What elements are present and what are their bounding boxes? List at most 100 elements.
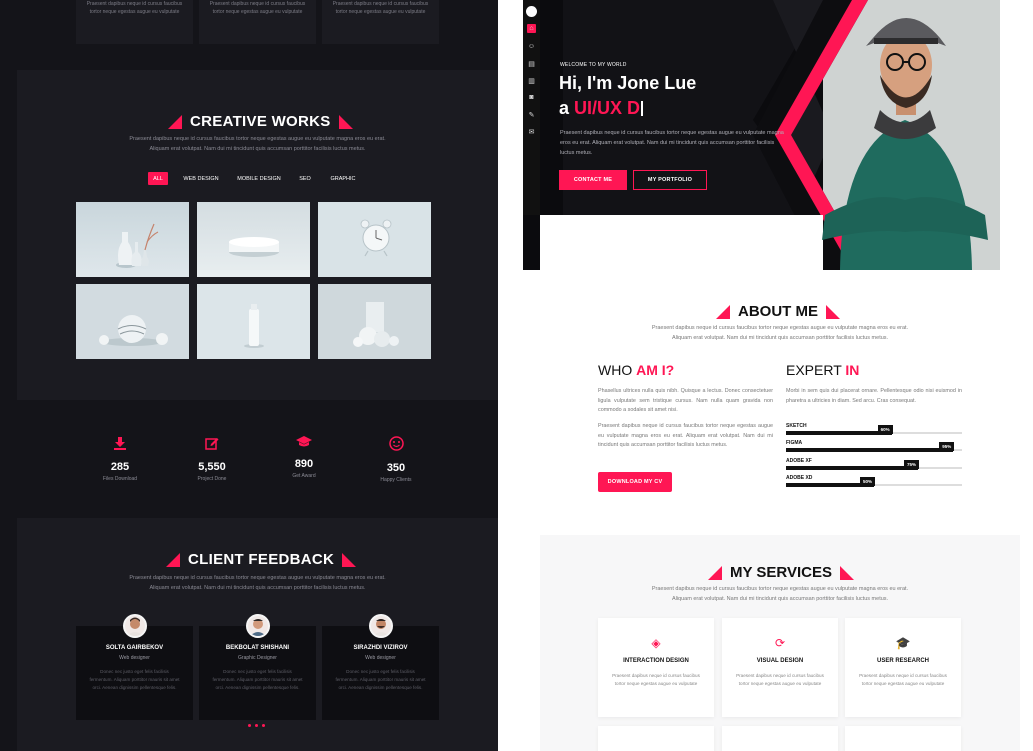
service-card[interactable]: ⟳ VISUAL DESIGN Praesent dapibus neque i…	[722, 618, 838, 717]
camera-icon[interactable]: ◙	[527, 93, 536, 102]
service-card[interactable]: 🎓 USER RESEARCH Praesent dapibus neque i…	[845, 618, 961, 717]
client-name: BEKBOLAT SHISHANI	[225, 645, 290, 651]
expert-accent: IN	[845, 362, 860, 378]
typing-cursor	[641, 101, 643, 116]
skill-name: ADOBE XF	[786, 458, 812, 464]
expert-in-heading: EXPERT IN	[786, 362, 859, 378]
top-card-text: Praesent dapibus neque id cursus faucibu…	[86, 1, 183, 15]
skill-percent: 75%	[904, 460, 920, 469]
skill-fill	[786, 448, 954, 452]
podium-image	[197, 202, 310, 277]
slider-dot[interactable]	[255, 724, 258, 727]
vase-image	[76, 202, 189, 277]
filter-graphic[interactable]: GRAPHIC	[326, 172, 360, 185]
file-icon[interactable]: ▥	[527, 76, 536, 85]
skill-bar: SKETCH 60%	[786, 423, 962, 437]
client-role: Web designer	[119, 655, 150, 661]
my-portfolio-button[interactable]: MY PORTFOLIO	[633, 170, 707, 190]
service-title: VISUAL DESIGN	[756, 658, 804, 664]
avatar-image	[127, 617, 143, 636]
client-feedback-title-text: CLIENT FEEDBACK	[188, 551, 335, 568]
description-line: Praesent dapibus neque id cursus faucibu…	[129, 575, 386, 581]
skill-bar: ADOBE XD 50%	[786, 475, 962, 489]
top-card-text: Praesent dapibus neque id cursus faucibu…	[332, 1, 429, 15]
client-name: SOLTA GAIRBEKOV	[105, 645, 164, 651]
top-card: Praesent dapibus neque id cursus faucibu…	[76, 0, 193, 44]
service-text: Praesent dapibus neque id cursus faucibu…	[859, 673, 947, 686]
skill-name: SKETCH	[786, 423, 807, 429]
slider-dot[interactable]	[248, 724, 251, 727]
slider-dot[interactable]	[262, 724, 265, 727]
refresh-icon: ⟳	[774, 636, 786, 650]
description-line: Aliquam erat volutpat. Nam dui mi tincid…	[149, 146, 366, 152]
title-triangle-right	[338, 114, 353, 129]
home-icon[interactable]: ⌂	[527, 24, 536, 33]
template-preview: Praesent dapibus neque id cursus faucibu…	[0, 0, 1033, 751]
portfolio-item[interactable]	[318, 202, 431, 277]
sphere-image	[76, 284, 189, 359]
skill-fill	[786, 431, 892, 435]
service-card[interactable]: ◈ INTERACTION DESIGN Praesent dapibus ne…	[598, 618, 714, 717]
description-line: Aliquam erat volutpat. Nam dui mi tincid…	[671, 596, 889, 602]
bottle-image	[197, 284, 310, 359]
portfolio-item[interactable]	[76, 284, 189, 359]
graduation-cap-icon	[296, 436, 312, 447]
my-services-title: MY SERVICES	[708, 564, 854, 581]
service-card[interactable]	[845, 726, 961, 751]
graduation-cap-icon: 🎓	[895, 636, 911, 650]
portfolio-item[interactable]	[197, 284, 310, 359]
service-card[interactable]	[722, 726, 838, 751]
skill-name: FIGMA	[786, 440, 803, 446]
who-am-i-heading: WHO AM I?	[598, 362, 674, 378]
skill-percent: 95%	[939, 442, 955, 451]
portfolio-item[interactable]	[76, 202, 189, 277]
title-triangle-right	[342, 552, 357, 567]
who-accent: AM I?	[636, 362, 675, 378]
client-role: Graphic Designer	[238, 655, 277, 661]
testimonial-card: SOLTA GAIRBEKOV Web designer Donec nec j…	[76, 614, 193, 720]
filter-all[interactable]: ALL	[148, 172, 168, 185]
filter-seo[interactable]: SEO	[296, 172, 314, 185]
testimonial-card: BEKBOLAT SHISHANI Graphic Designer Donec…	[199, 614, 316, 720]
title-triangle-left	[708, 565, 722, 580]
title-triangle-left	[166, 552, 180, 567]
user-icon[interactable]: ☺	[527, 42, 536, 51]
dark-theme-page: Praesent dapibus neque id cursus faucibu…	[0, 0, 498, 751]
stat-label: Get Award	[292, 473, 316, 479]
client-feedback-description: Praesent dapibus neque id cursus faucibu…	[80, 573, 435, 593]
rail-logo[interactable]	[526, 6, 537, 17]
client-quote: Donec nec justo eget felis facilisis fer…	[89, 669, 180, 690]
avatar	[123, 614, 147, 638]
skill-percent: 60%	[877, 425, 893, 434]
mail-icon[interactable]: ✉	[527, 127, 536, 136]
stat-label: Files Download	[102, 476, 138, 482]
portfolio-item[interactable]	[197, 202, 310, 277]
description-line: Aliquam erat volutpat. Nam dui mi tincid…	[671, 335, 889, 341]
creative-works-title: CREATIVE WORKS	[168, 113, 353, 130]
portfolio-item[interactable]	[318, 284, 431, 359]
client-feedback-title: CLIENT FEEDBACK	[166, 551, 357, 568]
hero-greeting: Hi, I'm Jone Lue	[559, 73, 697, 93]
stat-value: 285	[110, 461, 130, 473]
skill-bar: FIGMA 95%	[786, 440, 962, 454]
edit-icon[interactable]: ✎	[527, 110, 536, 119]
about-description: Praesent dapibus neque id cursus faucibu…	[600, 323, 960, 343]
hero-kicker: WELCOME TO MY WORLD	[560, 62, 627, 68]
hero-role: a UI/UX D	[559, 98, 643, 119]
who-text-1: Phasellus ultrices nulla quis nibh. Quis…	[598, 388, 773, 413]
creative-works-description: Praesent dapibus neque id cursus faucibu…	[80, 134, 435, 154]
briefcase-icon[interactable]: ▤	[527, 59, 536, 68]
client-role: Web designer	[365, 655, 396, 661]
service-text: Praesent dapibus neque id cursus faucibu…	[612, 673, 700, 686]
skill-name: ADOBE XD	[786, 475, 813, 481]
service-card[interactable]	[598, 726, 714, 751]
stat-project-done: 5,550 Project Done	[172, 436, 252, 482]
stat-files-download: 285 Files Download	[80, 436, 160, 482]
stat-get-award: 890 Get Award	[264, 434, 344, 479]
filter-web-design[interactable]: WEB DESIGN	[180, 172, 222, 185]
download-cv-button[interactable]: DOWNLOAD MY CV	[598, 472, 672, 492]
top-card-text: Praesent dapibus neque id cursus faucibu…	[209, 1, 306, 15]
contact-me-button[interactable]: CONTACT ME	[559, 170, 627, 190]
filter-mobile-design[interactable]: MOBILE DESIGN	[234, 172, 284, 185]
about-me-title-text: ABOUT ME	[738, 303, 818, 320]
